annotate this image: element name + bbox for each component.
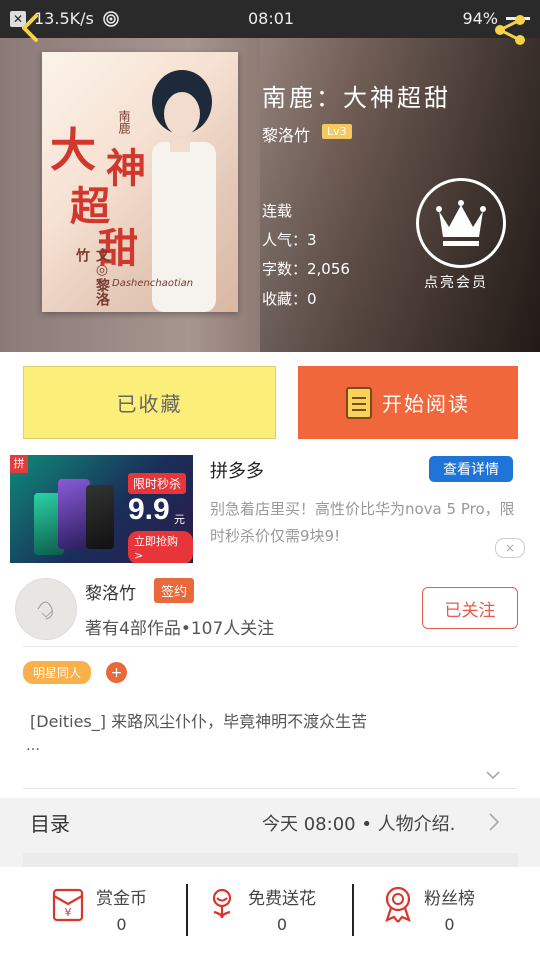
avatar[interactable] bbox=[15, 578, 77, 640]
chevron-right-icon[interactable] bbox=[488, 812, 500, 832]
red-envelope-icon: ¥ bbox=[52, 888, 84, 922]
crown-icon bbox=[436, 200, 486, 246]
hotspot-icon bbox=[103, 10, 119, 27]
reward-coins-count: 0 bbox=[116, 915, 127, 934]
ad-description[interactable]: 别急着店里买！高性价比华为nova 5 Pro，限时秒杀价仅需9块9! bbox=[210, 496, 525, 550]
share-icon[interactable] bbox=[490, 10, 530, 50]
pinduoduo-logo-icon: 拼 bbox=[10, 455, 28, 473]
book-word-count: 字数：2,056 bbox=[262, 260, 350, 278]
ad-flash-tag: 限时秒杀 bbox=[128, 473, 187, 494]
ad-price: 9.9 bbox=[128, 493, 170, 526]
divider bbox=[23, 788, 518, 789]
follow-button[interactable]: 已关注 bbox=[422, 587, 518, 629]
send-flower-count: 0 bbox=[276, 915, 288, 934]
svg-text:¥: ¥ bbox=[65, 906, 72, 919]
start-reading-button[interactable]: 开始阅读 bbox=[298, 366, 518, 439]
divider bbox=[186, 884, 188, 936]
toc-label[interactable]: 目录 bbox=[30, 808, 70, 837]
author-level-badge: Lv3 bbox=[322, 124, 352, 139]
toc-latest-chapter[interactable]: 今天 08:00 • 人物介绍. bbox=[262, 810, 455, 836]
cover-title-char: 神 bbox=[106, 145, 146, 192]
divider bbox=[352, 884, 354, 936]
fan-ranking-label: 粉丝榜 bbox=[424, 889, 475, 909]
ad-price-unit: 元 bbox=[174, 513, 185, 526]
start-reading-label: 开始阅读 bbox=[382, 392, 470, 416]
genre-tag[interactable]: 明星同人 bbox=[23, 661, 92, 684]
fan-ranking-button[interactable]: 粉丝榜 0 bbox=[380, 884, 475, 934]
book-favorites: 收藏：0 bbox=[262, 290, 317, 308]
synopsis-ellipsis: … bbox=[26, 738, 40, 754]
fan-ranking-count: 0 bbox=[444, 915, 455, 934]
book-cover[interactable]: 大 神 超 甜 南鹿 文◎黎洛竹 Dashenchaotian bbox=[42, 52, 238, 312]
author-stats: 著有4部作品•107人关注 bbox=[85, 619, 275, 639]
book-popularity: 人气：3 bbox=[262, 231, 317, 249]
cover-title-char: 大 bbox=[50, 123, 96, 177]
cover-subtitle: 南鹿 bbox=[117, 110, 131, 134]
ad-image[interactable]: 拼 限时秒杀 9.9 元 立即抢购 > bbox=[10, 455, 193, 563]
flower-icon bbox=[212, 888, 232, 919]
book-icon bbox=[346, 386, 372, 419]
author-name[interactable]: 黎洛竹 bbox=[85, 579, 136, 604]
divider bbox=[23, 646, 518, 647]
medal-icon bbox=[385, 886, 411, 923]
synopsis-text[interactable]: [Deities_] 来路风尘仆仆，毕竟神明不渡众生苦 bbox=[30, 708, 367, 732]
book-title: 南鹿：大神超甜 bbox=[262, 84, 451, 112]
reward-coins-label: 赏金币 bbox=[96, 889, 147, 909]
status-bar: ✕ 13.5K/s 08:01 94% bbox=[0, 0, 540, 38]
section-gap bbox=[23, 853, 518, 867]
back-arrow-icon[interactable] bbox=[12, 8, 52, 48]
book-author[interactable]: 黎洛竹 bbox=[262, 122, 310, 146]
cover-pinyin: Dashenchaotian bbox=[112, 278, 194, 289]
send-flower-button[interactable]: 免费送花 0 bbox=[204, 884, 316, 934]
add-tag-button[interactable]: + bbox=[106, 662, 127, 683]
ad-buy-now: 立即抢购 > bbox=[128, 531, 193, 563]
ad-close-icon[interactable]: × bbox=[495, 538, 525, 558]
collected-button[interactable]: 已收藏 bbox=[23, 366, 276, 439]
clock: 08:01 bbox=[248, 9, 295, 28]
signed-badge: 签约 bbox=[154, 578, 195, 603]
cover-author: 文◎黎洛竹 bbox=[74, 248, 110, 306]
ad-details-button[interactable]: 查看详情 bbox=[429, 456, 513, 482]
vip-button[interactable] bbox=[416, 178, 506, 268]
reward-coins-button[interactable]: ¥ 赏金币 0 bbox=[48, 884, 147, 934]
chevron-down-icon[interactable] bbox=[486, 768, 500, 782]
phone-image bbox=[86, 485, 114, 549]
send-flower-label: 免费送花 bbox=[248, 889, 316, 909]
avatar-sketch bbox=[37, 601, 53, 620]
book-status: 连载 bbox=[262, 202, 293, 220]
ad-brand[interactable]: 拼多多 bbox=[210, 457, 264, 483]
vip-label[interactable]: 点亮会员 bbox=[424, 272, 488, 292]
